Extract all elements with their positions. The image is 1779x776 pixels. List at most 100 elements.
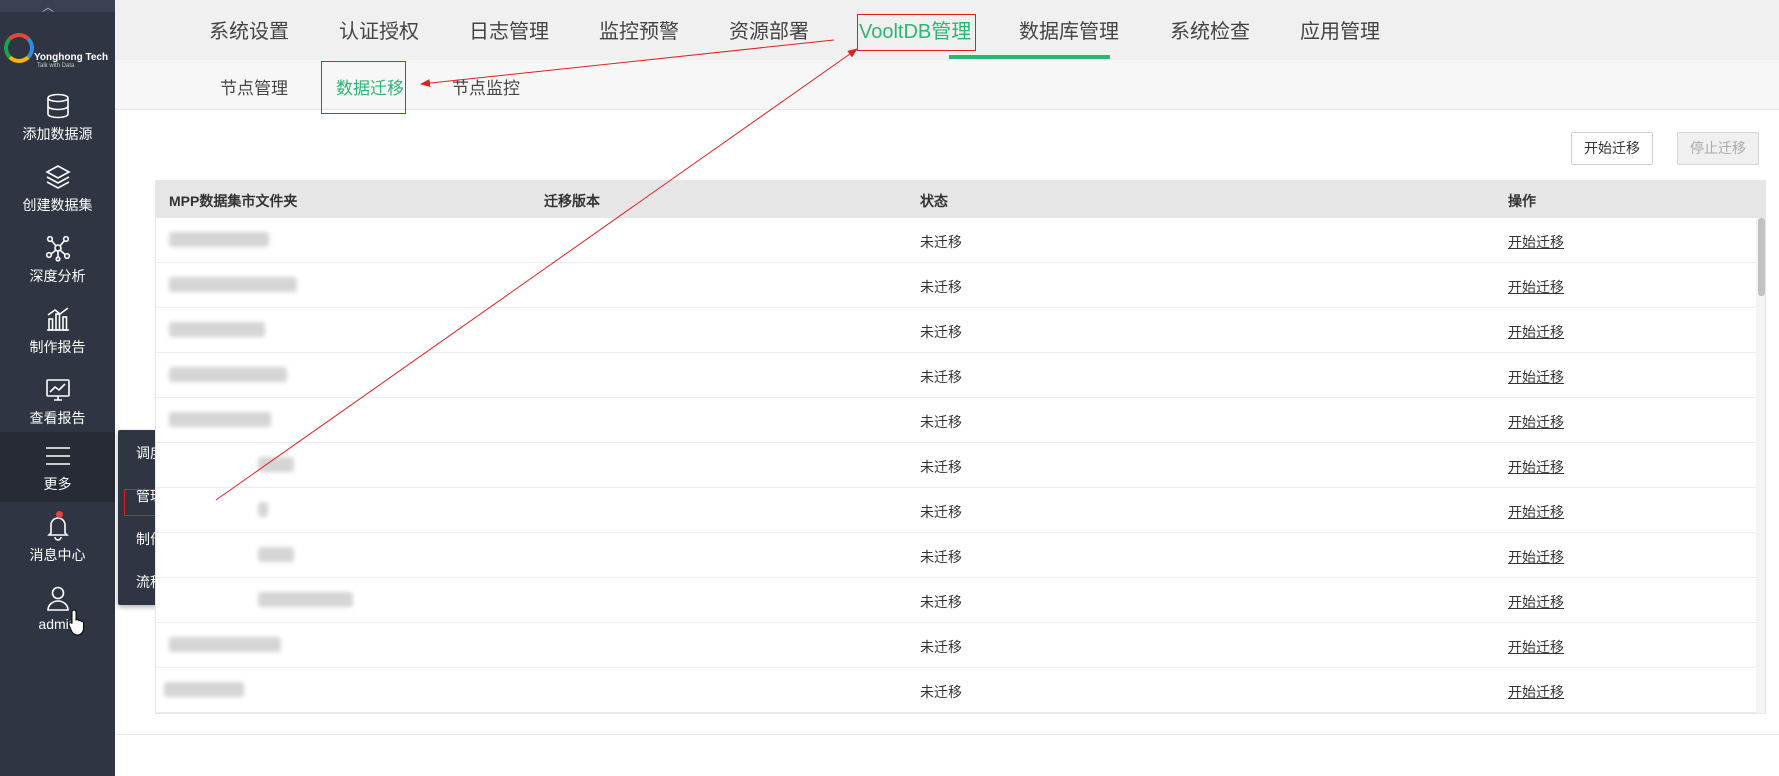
app-window: ︿ Yonghong Tech Talk with Data 添加数据源 创建数… [0,0,1779,776]
annotation-highlight-box [857,14,976,51]
table-header: MPP数据集市文件夹 迁移版本 状态 操作 [156,181,1765,218]
status-cell: 未迁移 [920,594,962,610]
status-cell: 未迁移 [920,234,962,250]
redacted-folder-name [258,592,353,607]
hand-cursor-icon [68,609,84,636]
start-migration-link[interactable]: 开始迁移 [1508,277,1564,297]
table-row: 未迁移 开始迁移 [156,443,1756,488]
status-cell: 未迁移 [920,504,962,520]
collapse-toggle[interactable]: ︿ [0,0,115,14]
sidebar-item-more[interactable]: 更多 [0,432,115,502]
redacted-folder-name [169,232,269,247]
status-cell: 未迁移 [920,279,962,295]
chevron-up-icon: ︿ [42,0,55,14]
sidebar-item-label: 消息中心 [29,547,86,563]
start-migration-link[interactable]: 开始迁移 [1508,637,1564,657]
stop-migration-button[interactable]: 停止迁移 [1677,132,1759,165]
redacted-folder-name [169,367,287,382]
tab-database-management[interactable]: 数据库管理 [1019,15,1119,44]
sidebar-item-view-report[interactable]: 查看报告 [0,366,115,436]
start-migration-link[interactable]: 开始迁移 [1508,322,1564,342]
table-row: 未迁移 开始迁移 [156,308,1756,353]
table-row: 未迁移 开始迁移 [156,398,1756,443]
sidebar-item-label: 制作报告 [29,339,86,355]
tab-system-check[interactable]: 系统检查 [1170,15,1250,44]
start-migration-link[interactable]: 开始迁移 [1508,502,1564,522]
database-icon [47,93,69,119]
sidebar-item-label: 创建数据集 [22,197,93,213]
divider [115,734,1779,735]
column-header-action: 操作 [1508,193,1536,209]
status-cell: 未迁移 [920,684,962,700]
tab-app-management[interactable]: 应用管理 [1300,15,1380,44]
start-migration-link[interactable]: 开始迁移 [1508,367,1564,387]
sidebar-item-label: 添加数据源 [22,126,93,142]
monitor-chart-icon [46,379,70,401]
active-tab-underline [949,55,1110,59]
column-header-folder: MPP数据集市文件夹 [169,193,298,209]
redacted-folder-name [169,412,271,427]
start-migration-link[interactable]: 开始迁移 [1508,547,1564,567]
bar-chart-icon [47,307,69,331]
column-header-status: 状态 [920,193,948,209]
tab-monitoring[interactable]: 监控预警 [599,15,679,44]
sidebar-item-create-report[interactable]: 制作报告 [0,295,115,365]
table-row: 未迁移 开始迁移 [156,578,1756,623]
sidebar-item-label: 深度分析 [29,268,86,284]
network-icon [45,235,71,262]
migration-table: MPP数据集市文件夹 迁移版本 状态 操作 未迁移 开始迁移 未迁移 开始迁移 … [155,180,1766,714]
notification-dot [56,511,63,518]
tab-system-settings[interactable]: 系统设置 [209,15,289,44]
start-migration-link[interactable]: 开始迁移 [1508,592,1564,612]
sidebar: ︿ Yonghong Tech Talk with Data 添加数据源 创建数… [0,0,115,776]
sidebar-item-create-dataset[interactable]: 创建数据集 [0,153,115,223]
sidebar-item-admin[interactable]: admin [0,574,115,644]
tab-auth[interactable]: 认证授权 [339,15,419,44]
redacted-folder-name [169,637,281,652]
table-row: 未迁移 开始迁移 [156,533,1756,578]
redacted-folder-name [169,277,297,292]
start-migration-button[interactable]: 开始迁移 [1571,132,1653,165]
status-cell: 未迁移 [920,639,962,655]
tab-resource-deploy[interactable]: 资源部署 [729,15,809,44]
logo: Yonghong Tech Talk with Data [4,30,112,72]
redacted-folder-name [258,502,268,517]
redacted-folder-name [258,457,294,472]
subtab-node-management[interactable]: 节点管理 [220,74,288,99]
logo-ring-icon [4,33,34,63]
subtab-node-monitoring[interactable]: 节点监控 [452,74,520,99]
logo-tagline: Talk with Data [37,63,75,69]
status-cell: 未迁移 [920,369,962,385]
redacted-folder-name [258,547,294,562]
status-cell: 未迁移 [920,324,962,340]
start-migration-link[interactable]: 开始迁移 [1508,412,1564,432]
tab-log-management[interactable]: 日志管理 [469,15,549,44]
status-cell: 未迁移 [920,459,962,475]
table-row: 未迁移 开始迁移 [156,488,1756,533]
status-cell: 未迁移 [920,549,962,565]
sidebar-item-label: 更多 [43,476,72,492]
scrollbar-thumb[interactable] [1758,218,1765,296]
start-migration-link[interactable]: 开始迁移 [1508,682,1564,702]
annotation-highlight-box [321,61,406,114]
start-migration-link[interactable]: 开始迁移 [1508,457,1564,477]
scrollbar[interactable] [1756,218,1765,713]
table-row: 未迁移 开始迁移 [156,218,1756,263]
table-row: 未迁移 开始迁移 [156,353,1756,398]
menu-icon [46,447,70,465]
sidebar-item-label: admin [38,616,77,632]
sidebar-item-deep-analysis[interactable]: 深度分析 [0,224,115,294]
table-row: 未迁移 开始迁移 [156,668,1756,713]
sidebar-item-add-datasource[interactable]: 添加数据源 [0,82,115,152]
table-row: 未迁移 开始迁移 [156,263,1756,308]
column-header-version: 迁移版本 [544,193,600,209]
start-migration-link[interactable]: 开始迁移 [1508,232,1564,252]
redacted-folder-name [164,682,244,697]
table-row: 未迁移 开始迁移 [156,623,1756,668]
redacted-folder-name [169,322,265,337]
sidebar-item-message-center[interactable]: 消息中心 [0,503,115,573]
logo-brand: Yonghong Tech [34,52,109,63]
status-cell: 未迁移 [920,414,962,430]
sidebar-item-label: 查看报告 [29,410,86,426]
layers-icon [45,165,71,189]
